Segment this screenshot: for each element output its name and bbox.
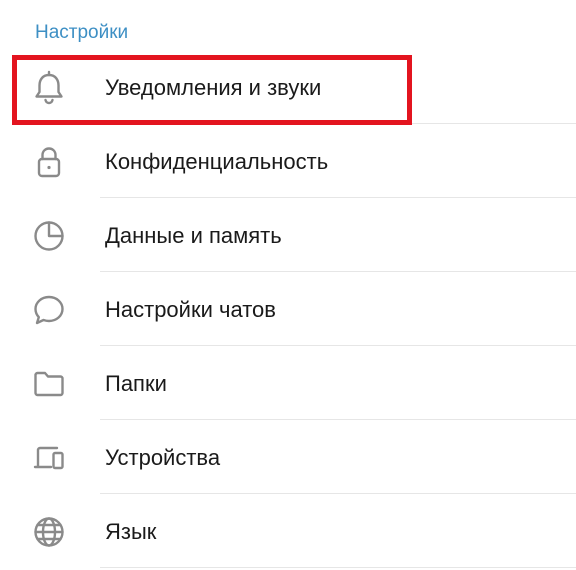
settings-item-language[interactable]: Язык bbox=[0, 494, 576, 568]
divider bbox=[100, 567, 576, 568]
settings-item-label: Данные и память bbox=[105, 223, 282, 248]
settings-item-label: Уведомления и звуки bbox=[105, 75, 322, 100]
settings-item-chat-settings[interactable]: Настройки чатов bbox=[0, 272, 576, 346]
settings-item-data-storage[interactable]: Данные и память bbox=[0, 198, 576, 272]
folder-icon bbox=[29, 364, 69, 404]
settings-item-label: Язык bbox=[105, 519, 157, 544]
chat-bubble-icon bbox=[29, 290, 69, 330]
settings-list: Уведомления и звуки Конфиденциальность Д… bbox=[0, 50, 576, 568]
settings-item-label: Конфиденциальность bbox=[105, 149, 329, 174]
settings-item-label: Папки bbox=[105, 371, 167, 396]
settings-item-notifications[interactable]: Уведомления и звуки bbox=[0, 50, 576, 124]
globe-icon bbox=[29, 512, 69, 552]
settings-item-label: Настройки чатов bbox=[105, 297, 276, 322]
settings-item-privacy[interactable]: Конфиденциальность bbox=[0, 124, 576, 198]
pie-chart-icon bbox=[29, 216, 69, 256]
section-title: Настройки bbox=[35, 22, 129, 43]
settings-item-label: Устройства bbox=[105, 445, 221, 470]
bell-icon bbox=[29, 68, 69, 108]
settings-item-devices[interactable]: Устройства bbox=[0, 420, 576, 494]
lock-icon bbox=[29, 142, 69, 182]
devices-icon bbox=[29, 438, 69, 478]
settings-item-folders[interactable]: Папки bbox=[0, 346, 576, 420]
